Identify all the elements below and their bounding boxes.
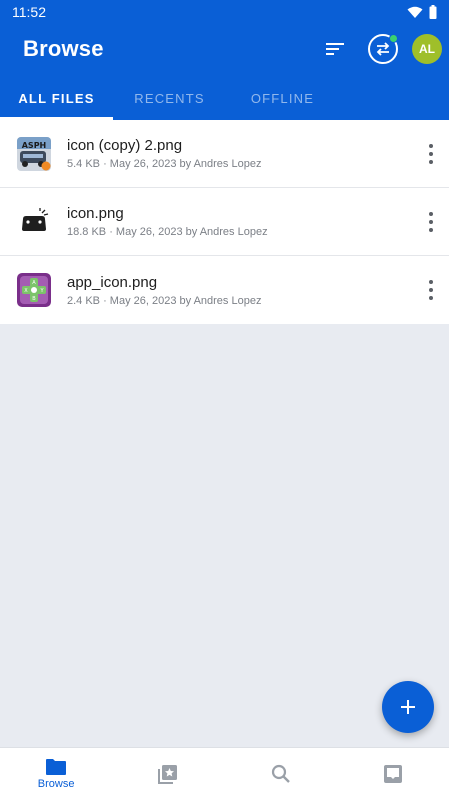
tab-all-files[interactable]: ALL FILES	[0, 80, 113, 120]
sync-status-dot	[389, 34, 398, 43]
file-list: ASPH icon (copy) 2.png 5.4 KB · May 26, …	[0, 120, 449, 324]
svg-text:X: X	[24, 288, 28, 294]
add-button[interactable]	[382, 681, 434, 733]
plus-icon	[401, 700, 415, 714]
list-item[interactable]: ASPH icon (copy) 2.png 5.4 KB · May 26, …	[0, 120, 449, 188]
file-thumbnail	[17, 204, 51, 239]
file-name: app_icon.png	[67, 273, 158, 291]
nav-search[interactable]	[225, 748, 337, 800]
avatar[interactable]: AL	[412, 34, 442, 64]
folder-icon	[46, 759, 67, 775]
svg-text:B: B	[32, 296, 36, 302]
more-options-icon[interactable]	[429, 212, 433, 232]
more-options-icon[interactable]	[429, 144, 433, 164]
file-thumbnail: A B X Y	[17, 273, 51, 307]
dpad-thumbnail-icon: A B X Y	[17, 273, 51, 307]
list-item[interactable]: icon.png 18.8 KB · May 26, 2023 by Andre…	[0, 188, 449, 256]
sort-icon[interactable]	[324, 38, 346, 60]
tab-bar: ALL FILES RECENTS OFFLINE	[0, 80, 449, 120]
starred-photos-icon	[158, 765, 178, 784]
page-title: Browse	[23, 36, 104, 61]
status-bar: 11:52	[0, 0, 449, 24]
file-text: icon.png 18.8 KB · May 26, 2023 by Andre…	[67, 205, 268, 238]
nav-inbox[interactable]	[337, 748, 449, 800]
battery-icon	[429, 5, 437, 19]
status-icons	[407, 5, 437, 19]
app-bar: Browse AL ALL FILES RECENTS OFFLINE	[0, 24, 449, 120]
sync-arrows-icon	[376, 42, 390, 56]
file-thumbnail: ASPH	[17, 136, 51, 171]
nav-photos[interactable]	[112, 748, 224, 800]
gamepad-thumbnail-icon	[17, 204, 51, 239]
file-meta: 18.8 KB · May 26, 2023 by Andres Lopez	[67, 226, 268, 238]
tab-recents[interactable]: RECENTS	[113, 80, 226, 120]
more-options-icon[interactable]	[429, 280, 433, 300]
sync-button[interactable]	[368, 34, 398, 64]
inbox-icon	[383, 765, 402, 783]
search-icon	[271, 764, 290, 783]
status-time: 11:52	[12, 4, 46, 20]
bottom-nav: Browse	[0, 747, 449, 800]
file-name: icon (copy) 2.png	[67, 137, 183, 154]
file-name: icon.png	[67, 205, 124, 222]
svg-text:A: A	[32, 280, 36, 286]
list-item[interactable]: A B X Y app_icon.png 2.4 KB · May 26, 20…	[0, 256, 449, 324]
header-actions: AL	[324, 34, 442, 64]
file-text: icon (copy) 2.png 5.4 KB · May 26, 2023 …	[67, 137, 261, 170]
nav-browse[interactable]: Browse	[0, 748, 112, 800]
tab-offline[interactable]: OFFLINE	[226, 80, 339, 120]
file-meta: 2.4 KB · May 26, 2023 by Andres Lopez	[67, 294, 262, 307]
racing-game-thumbnail-icon: ASPH	[17, 136, 51, 171]
file-text: app_icon.png 2.4 KB · May 26, 2023 by An…	[67, 274, 261, 307]
wifi-icon	[407, 6, 423, 18]
svg-text:ASPH: ASPH	[22, 141, 47, 150]
file-meta: 5.4 KB · May 26, 2023 by Andres Lopez	[67, 158, 262, 170]
nav-browse-label: Browse	[37, 778, 75, 790]
